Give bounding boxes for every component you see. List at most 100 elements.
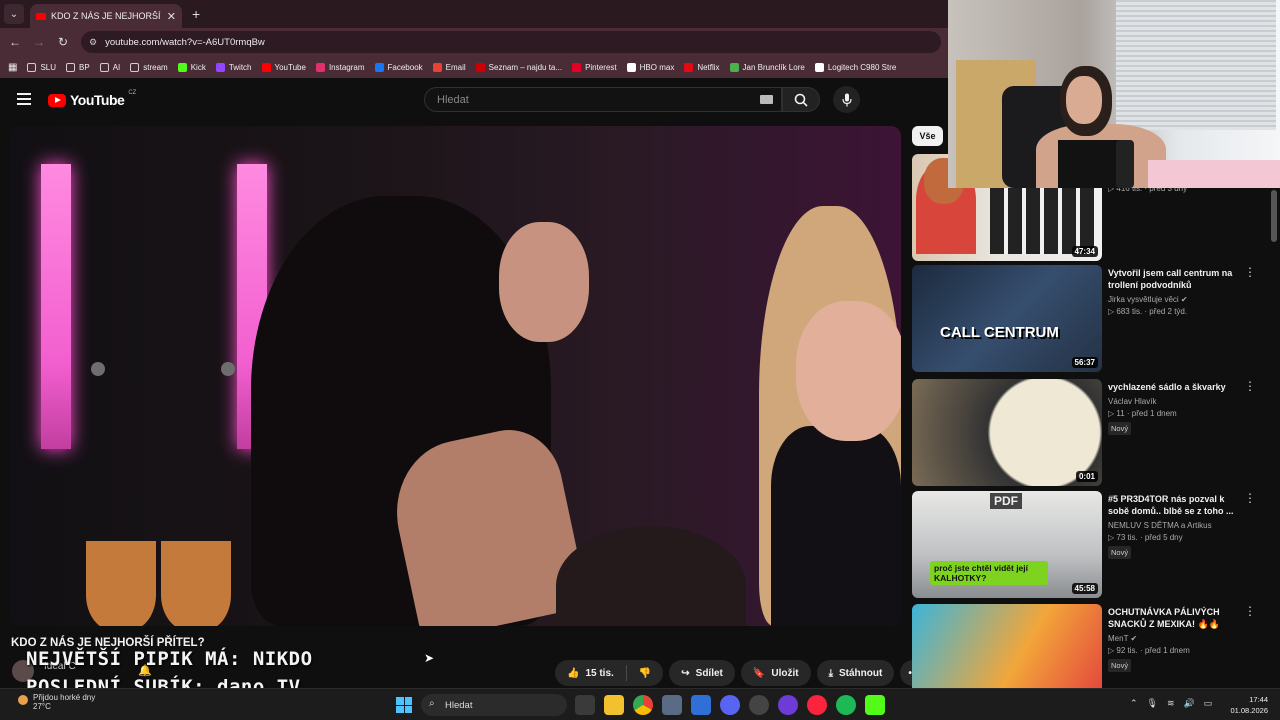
photos-icon[interactable] [691, 695, 711, 715]
volume-icon[interactable]: 🔊 [1184, 698, 1195, 709]
search-input[interactable]: Hledat [424, 87, 782, 112]
bookmark-label: Twitch [228, 62, 252, 72]
bookmark-ai[interactable]: AI [99, 62, 120, 72]
voice-search-button[interactable] [833, 86, 860, 113]
bookmark-twitch[interactable]: Twitch [215, 62, 252, 72]
bookmark-jan-bruncl-k-lore[interactable]: Jan Brunclík Lore [729, 62, 805, 72]
bookmark-facebook[interactable]: Facebook [374, 62, 423, 72]
obs-icon[interactable] [778, 695, 798, 715]
more-vertical-icon[interactable]: ⋮ [1244, 380, 1256, 392]
file-explorer-icon[interactable] [604, 695, 624, 715]
video-title[interactable]: #5 PR3D4TOR nás pozval k sobě domů.. blb… [1108, 493, 1236, 517]
back-arrow-icon[interactable]: ← [3, 35, 27, 49]
apps-grid-icon[interactable]: ▦ [8, 62, 17, 73]
taskbar-search-input[interactable]: ⌕ Hledat [421, 694, 567, 716]
verified-check-icon: ✔ [1180, 295, 1188, 304]
weather-sun-icon [18, 695, 28, 705]
forward-arrow-icon[interactable]: → [27, 35, 51, 49]
stream-overlay-line-1: NEJVĚTŠÍ PIPIK MÁ: NIKDO [26, 648, 313, 670]
bookmark-bp[interactable]: BP [66, 62, 90, 72]
spotify-icon[interactable] [836, 695, 856, 715]
new-tab-icon[interactable]: + [192, 6, 200, 22]
chair [86, 541, 156, 626]
more-vertical-icon[interactable]: ⋮ [1244, 266, 1256, 278]
video-views: ▷ 683 tis. · před 2 týd. [1108, 307, 1188, 316]
music-icon[interactable] [807, 695, 827, 715]
recommendation-item[interactable]: PDF proč jste chtěl vidět její KALHOTKY?… [912, 491, 1272, 599]
bookmark-label: Logitech C980 Stre [827, 62, 897, 72]
menu-hamburger-icon[interactable] [17, 93, 31, 105]
more-vertical-icon[interactable]: ⋮ [1244, 605, 1256, 617]
browser-tab-active[interactable]: KDO Z NÁS JE NEJHORŠÍ PŘÍTEL ✕ [30, 4, 182, 28]
recommendation-item[interactable]: CALL CENTRUM 56:37 Vytvořil jsem call ce… [912, 265, 1272, 373]
clock[interactable]: 17:44 01.08.2026 [1228, 694, 1268, 716]
close-tab-icon[interactable]: ✕ [167, 10, 176, 23]
thumbs-up-icon: 👍 [567, 667, 580, 679]
download-label: Stáhnout [838, 667, 883, 679]
download-button[interactable]: ⤓ Stáhnout [816, 660, 895, 686]
video-player[interactable] [11, 126, 901, 626]
like-button[interactable]: 👍 15 tis. [555, 660, 626, 686]
wall-lamps [81, 354, 251, 384]
bookmark-label: Seznam – najdu ta... [488, 62, 563, 72]
video-thumbnail[interactable] [912, 604, 1102, 688]
video-thumbnail[interactable]: CALL CENTRUM 56:37 [912, 265, 1102, 372]
bookmark-stream[interactable]: stream [130, 62, 168, 72]
video-duration: 47:34 [1071, 246, 1098, 257]
sidebar-scrollbar[interactable] [1271, 190, 1277, 242]
bookmark-hbo-max[interactable]: HBO max [626, 62, 674, 72]
bookmark-label: SLU [40, 62, 57, 72]
share-button[interactable]: ↪ Sdílet [669, 660, 735, 686]
video-views: ▷ 11 · před 1 dnem [1108, 409, 1177, 418]
battery-icon[interactable]: ▭ [1204, 698, 1213, 709]
bookmark-logitech-c980-stre[interactable]: Logitech C980 Stre [814, 62, 897, 72]
bookmark-seznam-najdu-ta[interactable]: Seznam – najdu ta... [475, 62, 563, 72]
bookmark-netflix[interactable]: Netflix [684, 62, 720, 72]
steam-icon[interactable] [749, 695, 769, 715]
bookmarks-bar: ▦ SLU BP AI stream Kick Twitch YouTube Instagra… [0, 56, 948, 78]
video-thumbnail[interactable]: PDF proč jste chtěl vidět její KALHOTKY?… [912, 491, 1102, 598]
more-vertical-icon[interactable]: ⋮ [1244, 492, 1256, 504]
address-bar[interactable]: ⚙ youtube.com/watch?v=-A6UT0rmqBw [81, 31, 941, 53]
microphone-icon[interactable]: 🎙 [1147, 698, 1158, 709]
bookmark-email[interactable]: Email [432, 62, 466, 72]
bookmark-label: Instagram [328, 62, 365, 72]
bookmark-youtube[interactable]: YouTube [261, 62, 306, 72]
task-view-icon[interactable] [575, 695, 595, 715]
video-thumbnail[interactable]: 0:01 [912, 379, 1102, 486]
search-button[interactable] [782, 87, 820, 112]
save-button[interactable]: 🔖 Uložit [740, 660, 811, 686]
settings-gear-icon[interactable] [662, 695, 682, 715]
chip-all[interactable]: Vše [912, 126, 943, 146]
bookmark-instagram[interactable]: Instagram [315, 62, 365, 72]
youtube-logo-text: YouTube [70, 92, 125, 108]
windows-start-icon[interactable] [396, 697, 412, 713]
video-title[interactable]: Vytvořil jsem call centrum na trollení p… [1108, 267, 1236, 291]
chevron-up-icon[interactable]: ⌃ [1130, 698, 1138, 709]
video-title[interactable]: OCHUTNÁVKA PÁLIVÝCH SNACKŮ Z MEXIKA! 🔥🔥 [1108, 606, 1236, 630]
site-info-icon[interactable]: ⚙ [89, 37, 97, 48]
recommendation-item[interactable]: 0:01 vychlazené sádlo a škvarky Václav H… [912, 379, 1272, 487]
video-title[interactable]: vychlazené sádlo a škvarky [1108, 381, 1236, 393]
video-meta: OCHUTNÁVKA PÁLIVÝCH SNACKŮ Z MEXIKA! 🔥🔥 … [1108, 606, 1236, 673]
dislike-button[interactable]: 👎 [627, 660, 663, 686]
bookmark-slu[interactable]: SLU [27, 62, 57, 72]
recommendation-item[interactable]: OCHUTNÁVKA PÁLIVÝCH SNACKŮ Z MEXIKA! 🔥🔥 … [912, 604, 1272, 688]
channel-name[interactable]: Jirka vysvětluje věci ✔ [1108, 295, 1236, 304]
like-count: 15 tis. [585, 667, 614, 679]
microphone-icon [841, 93, 852, 106]
keyboard-icon[interactable] [760, 95, 773, 104]
tab-search-chevron-icon[interactable]: ⌄ [4, 4, 24, 24]
channel-name[interactable]: MenT ✔ [1108, 634, 1236, 643]
wifi-icon[interactable]: ≋ [1167, 698, 1175, 709]
youtube-logo[interactable]: YouTube CZ [48, 90, 136, 108]
channel-name[interactable]: NEMLUV S DĚTMA a Artikus [1108, 521, 1236, 530]
chrome-icon[interactable] [633, 695, 653, 715]
bookmark-kick[interactable]: Kick [177, 62, 206, 72]
bookmark-pinterest[interactable]: Pinterest [572, 62, 617, 72]
channel-name[interactable]: Václav Hlavík [1108, 397, 1236, 406]
kick-icon[interactable] [865, 695, 885, 715]
reload-icon[interactable]: ↻ [51, 35, 75, 49]
discord-icon[interactable] [720, 695, 740, 715]
weather-widget[interactable]: Přijdou horké dny 27°C [18, 693, 95, 711]
